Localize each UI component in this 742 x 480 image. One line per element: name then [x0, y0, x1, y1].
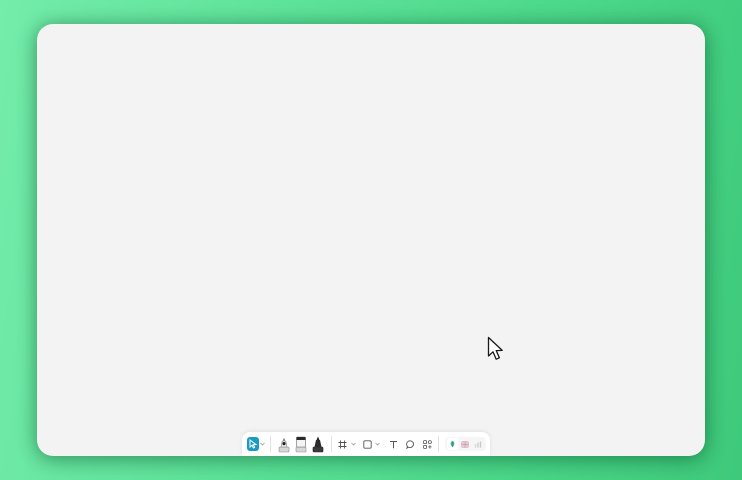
pen-icon	[277, 435, 291, 453]
grid-widget-icon	[461, 435, 470, 453]
marker-icon	[311, 435, 325, 453]
square-icon	[362, 439, 372, 449]
highlighter-icon	[294, 435, 308, 453]
chevron-down-icon	[375, 442, 380, 446]
frame-options-chevron[interactable]	[351, 435, 356, 453]
components-tool-button[interactable]	[421, 435, 433, 453]
text-tool-button[interactable]	[387, 435, 399, 453]
components-icon	[422, 439, 432, 449]
select-tool-button[interactable]	[247, 437, 259, 451]
chevron-down-icon	[351, 442, 356, 446]
widget-group	[444, 435, 486, 453]
comment-tool-button[interactable]	[404, 435, 416, 453]
shape-options-chevron[interactable]	[375, 435, 380, 453]
bars-widget-icon	[474, 435, 482, 453]
whiteboard-window	[37, 24, 705, 456]
toolbar-divider	[270, 436, 271, 452]
shape-tool-button[interactable]	[361, 435, 373, 453]
frame-tool-button[interactable]	[337, 435, 349, 453]
speech-bubble-icon	[405, 439, 415, 449]
toolbar-divider	[331, 436, 332, 452]
widget-2-button[interactable]	[460, 438, 471, 450]
mouse-pointer-icon	[487, 336, 505, 367]
select-options-chevron[interactable]	[260, 435, 265, 453]
bottom-toolbar	[242, 432, 490, 456]
pen-tool-button[interactable]	[276, 435, 291, 453]
leaf-widget-icon	[449, 435, 456, 453]
widget-3-button[interactable]	[473, 438, 484, 450]
widget-1-button[interactable]	[446, 435, 458, 453]
text-icon	[389, 440, 398, 449]
marker-tool-button[interactable]	[311, 435, 326, 453]
frame-icon	[338, 440, 347, 449]
whiteboard-canvas[interactable]	[37, 24, 705, 456]
chevron-down-icon	[260, 442, 265, 446]
toolbar-divider	[438, 436, 439, 452]
pointer-icon	[248, 439, 258, 449]
highlighter-tool-button[interactable]	[293, 435, 308, 453]
